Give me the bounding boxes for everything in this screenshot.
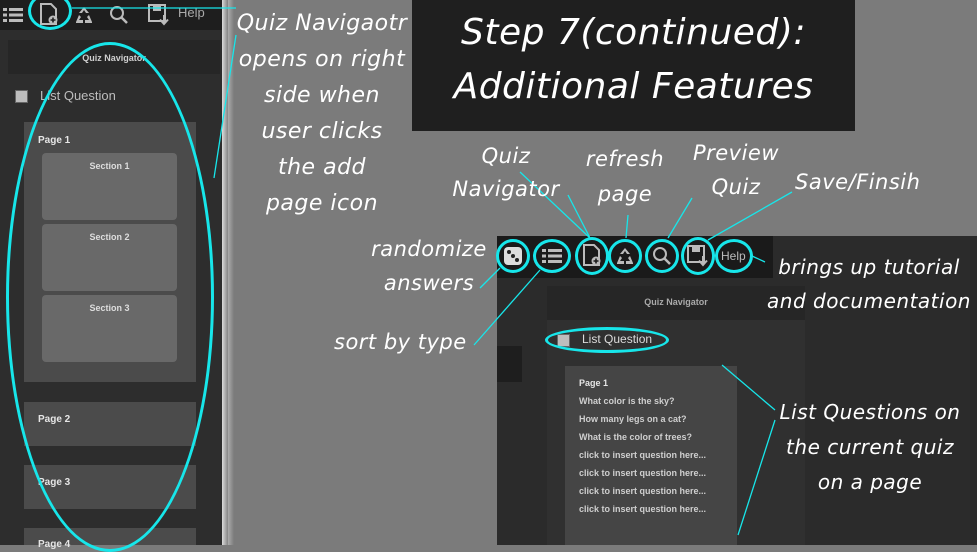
title-line-2: Additional Features — [453, 66, 814, 107]
sort-highlight — [533, 239, 571, 273]
annotation-line: and documentation — [767, 289, 971, 313]
annotation-line: refresh — [585, 147, 665, 171]
annotation-line: Quiz — [481, 144, 531, 168]
annotation-help: brings up tutorial and documentation — [764, 250, 974, 318]
annotation-line: side when — [264, 83, 380, 108]
preview-highlight — [645, 239, 679, 273]
title-box: Step 7(continued): Additional Features — [412, 0, 855, 131]
annotation-list-questions: List Questions on the current quiz on a … — [770, 395, 970, 500]
save-highlight — [681, 237, 715, 275]
question-item[interactable]: click to insert question here... — [579, 504, 706, 514]
annotation-line: Quiz — [711, 175, 761, 199]
annotation-line: List Questions on — [779, 400, 961, 424]
annotation-line: brings up tutorial — [778, 255, 960, 279]
annotation-line: on a page — [817, 470, 923, 494]
annotation-line: the add — [277, 155, 366, 180]
annotation-line: Preview — [692, 141, 780, 165]
right-page-1-box[interactable]: Page 1 What color is the sky? How many l… — [565, 366, 737, 545]
quiz-navigator-highlight — [6, 42, 214, 552]
annotation-line: opens on right — [238, 47, 406, 72]
question-item[interactable]: click to insert question here... — [579, 468, 706, 478]
add-page-highlight — [575, 237, 609, 275]
annotation-line: Quiz Navigaotr — [236, 11, 408, 36]
annotation-line: page — [597, 182, 653, 206]
annotation-line: page icon — [265, 191, 379, 216]
question-item[interactable]: How many legs on a cat? — [579, 414, 687, 424]
annotation-preview: Preview Quiz — [686, 136, 786, 204]
refresh-highlight — [608, 239, 642, 273]
question-item[interactable]: What is the color of trees? — [579, 432, 692, 442]
sort-icon[interactable] — [0, 2, 26, 28]
question-item[interactable]: What color is the sky? — [579, 396, 675, 406]
annotation-sort: sort by type — [334, 330, 467, 354]
question-item[interactable]: click to insert question here... — [579, 486, 706, 496]
list-question-checkbox[interactable] — [15, 90, 28, 103]
title-line-1: Step 7(continued): — [461, 12, 806, 53]
question-item[interactable]: click to insert question here... — [579, 450, 706, 460]
annotation-quiz-navigator: Quiz Navigator — [446, 140, 566, 206]
right-page-1-label: Page 1 — [579, 378, 609, 388]
annotation-save: Save/Finsih — [795, 170, 921, 194]
search-icon[interactable] — [106, 2, 132, 28]
annotation-line: Navigator — [452, 177, 560, 201]
annotation-line: answers — [383, 271, 475, 295]
annotation-line: the current quiz — [786, 435, 954, 459]
help-button[interactable]: Help — [178, 5, 205, 20]
left-dark-strip — [497, 346, 522, 382]
annotation-refresh: refresh page — [580, 142, 670, 212]
randomize-highlight — [496, 239, 530, 273]
annotation-nav-opens: Quiz Navigaotr opens on right side when … — [232, 6, 412, 222]
annotation-randomize: randomize answers — [368, 232, 490, 300]
annotation-line: user clicks — [261, 119, 383, 144]
list-question-highlight — [545, 327, 669, 353]
annotation-line: randomize — [371, 237, 487, 261]
refresh-icon[interactable] — [71, 2, 97, 28]
save-icon[interactable] — [146, 2, 172, 28]
help-highlight — [715, 239, 753, 273]
